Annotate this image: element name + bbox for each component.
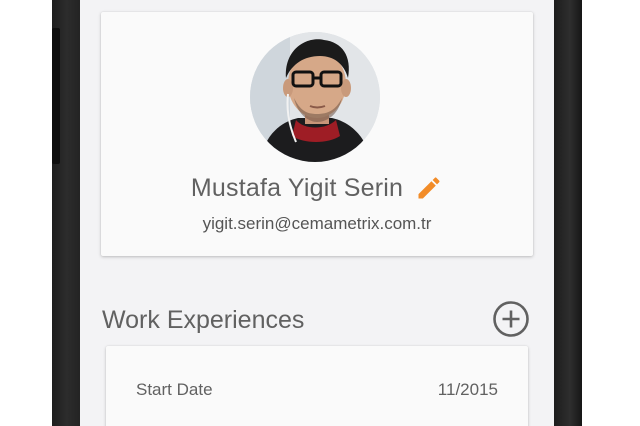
- add-circle-icon[interactable]: [492, 300, 530, 338]
- start-date-value: 11/2015: [437, 380, 498, 399]
- app-screen: Mustafa Yigit Serin yigit.serin@cemametr…: [80, 0, 554, 426]
- profile-avatar[interactable]: [250, 32, 380, 162]
- work-experiences-header: Work Experiences: [102, 298, 532, 342]
- avatar-photo: [250, 32, 380, 162]
- device-bezel-right: [552, 0, 582, 426]
- section-title: Work Experiences: [102, 306, 305, 334]
- start-date-label: Start Date: [136, 380, 213, 399]
- profile-card: Mustafa Yigit Serin yigit.serin@cemametr…: [101, 12, 533, 256]
- user-name: Mustafa Yigit Serin: [190, 173, 404, 202]
- work-experience-card[interactable]: Start Date 11/2015: [106, 346, 528, 426]
- pencil-icon[interactable]: [415, 174, 443, 202]
- name-row: Mustafa Yigit Serin: [101, 168, 533, 208]
- device-side-button: [52, 28, 60, 164]
- user-email: yigit.serin@cemametrix.com.tr: [202, 214, 432, 233]
